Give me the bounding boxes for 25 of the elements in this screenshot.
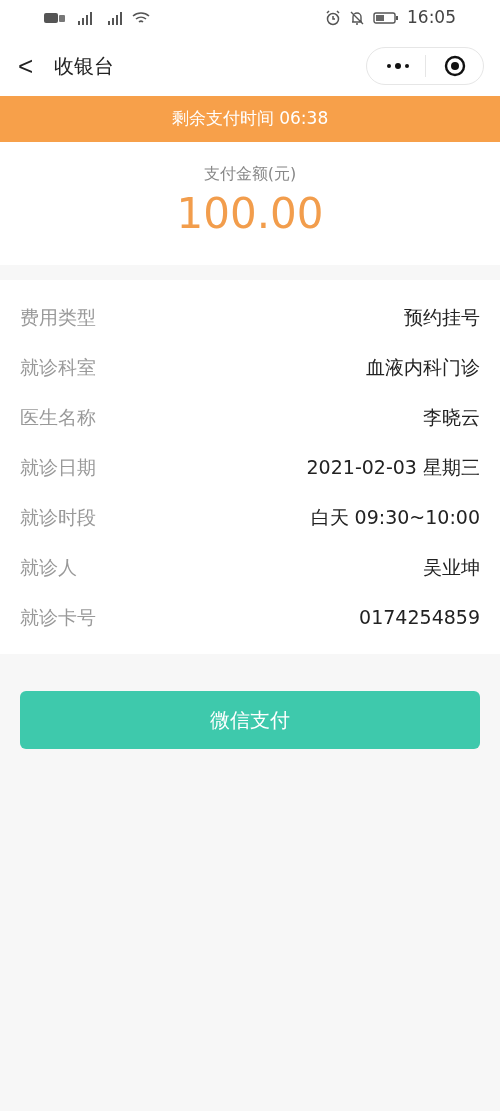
- detail-label: 就诊日期: [20, 454, 96, 480]
- detail-value: 李晓云: [423, 404, 480, 430]
- more-icon[interactable]: [385, 62, 411, 70]
- battery-icon: [373, 11, 399, 25]
- detail-label: 就诊科室: [20, 354, 96, 380]
- back-button[interactable]: <: [18, 46, 42, 86]
- detail-value: 2021-02-03 星期三: [306, 454, 480, 480]
- countdown-text: 剩余支付时间 06:38: [171, 107, 329, 131]
- alarm-icon: [325, 10, 341, 26]
- amount-label: 支付金额(元): [203, 163, 297, 185]
- detail-value: 血液内科门诊: [366, 354, 480, 380]
- page-title: 收银台: [54, 53, 114, 80]
- clock-time: 16:05: [407, 6, 456, 30]
- detail-label: 医生名称: [20, 404, 96, 430]
- amount-value: 100.00: [176, 188, 324, 240]
- detail-value: 0174254859: [359, 604, 480, 630]
- detail-value: 白天 09:30~10:00: [310, 504, 480, 530]
- detail-value: 预约挂号: [404, 304, 480, 330]
- wifi-icon: [132, 11, 150, 25]
- detail-label: 费用类型: [20, 304, 96, 330]
- muted-bell-icon: [349, 10, 365, 26]
- detail-label: 就诊时段: [20, 504, 96, 530]
- detail-value: 吴业坤: [423, 554, 480, 580]
- detail-label: 就诊卡号: [20, 604, 96, 630]
- detail-label: 就诊人: [20, 554, 77, 580]
